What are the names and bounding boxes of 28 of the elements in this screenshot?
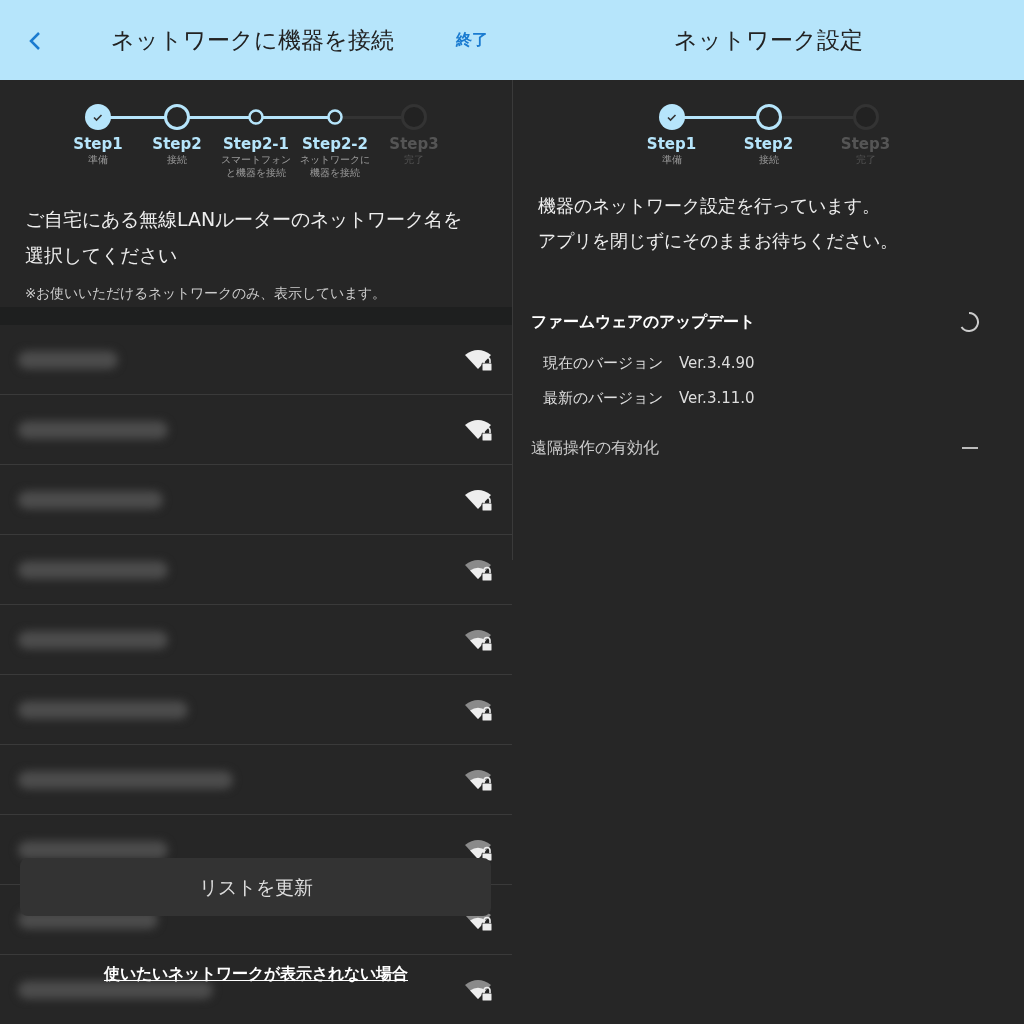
loading-spinner-icon xyxy=(958,311,980,333)
step-label: Step1 xyxy=(73,135,123,153)
step-caption: 接続 xyxy=(757,153,780,166)
step-label: Step2-1 xyxy=(223,135,289,153)
section-title: ファームウェアのアップデート xyxy=(531,311,755,333)
step-caption: スマートフォンと機器を接続 xyxy=(220,153,292,179)
step-caption: 接続 xyxy=(166,153,188,166)
step-caption: ネットワークに機器を接続 xyxy=(299,153,371,179)
dash-icon xyxy=(962,446,978,450)
screen-title: ネットワークに機器を接続 xyxy=(110,25,394,55)
message-text: 機器のネットワーク設定を行っています。 xyxy=(537,194,881,218)
step-caption: 準備 xyxy=(87,153,109,166)
refresh-button[interactable]: リストを更新 xyxy=(20,858,491,916)
message-text: アプリを閉じずにそのままお待ちください。 xyxy=(537,229,899,253)
version-value: Ver.3.11.0 xyxy=(679,388,755,409)
setting-label: 遠隔操作の有効化 xyxy=(531,437,659,459)
screen-title: ネットワーク設定 xyxy=(673,25,863,55)
step-label: Step2-2 xyxy=(302,135,368,153)
step-label: Step2 xyxy=(743,135,794,153)
step-caption: 準備 xyxy=(660,153,683,166)
version-value: Ver.3.4.90 xyxy=(679,353,755,374)
version-label: 現在のバージョン xyxy=(543,353,663,374)
note-text: ※お使いいただけるネットワークのみ、表示しています。 xyxy=(24,284,388,303)
version-label: 最新のバージョン xyxy=(543,388,663,409)
instruction-text: ご自宅にある無線LANルーターのネットワーク名を選択してください xyxy=(24,207,464,268)
step-label: Step2 xyxy=(152,135,202,153)
step-label: Step1 xyxy=(646,135,697,153)
help-link[interactable]: 使いたいネットワークが表示されない場合 xyxy=(104,964,408,983)
